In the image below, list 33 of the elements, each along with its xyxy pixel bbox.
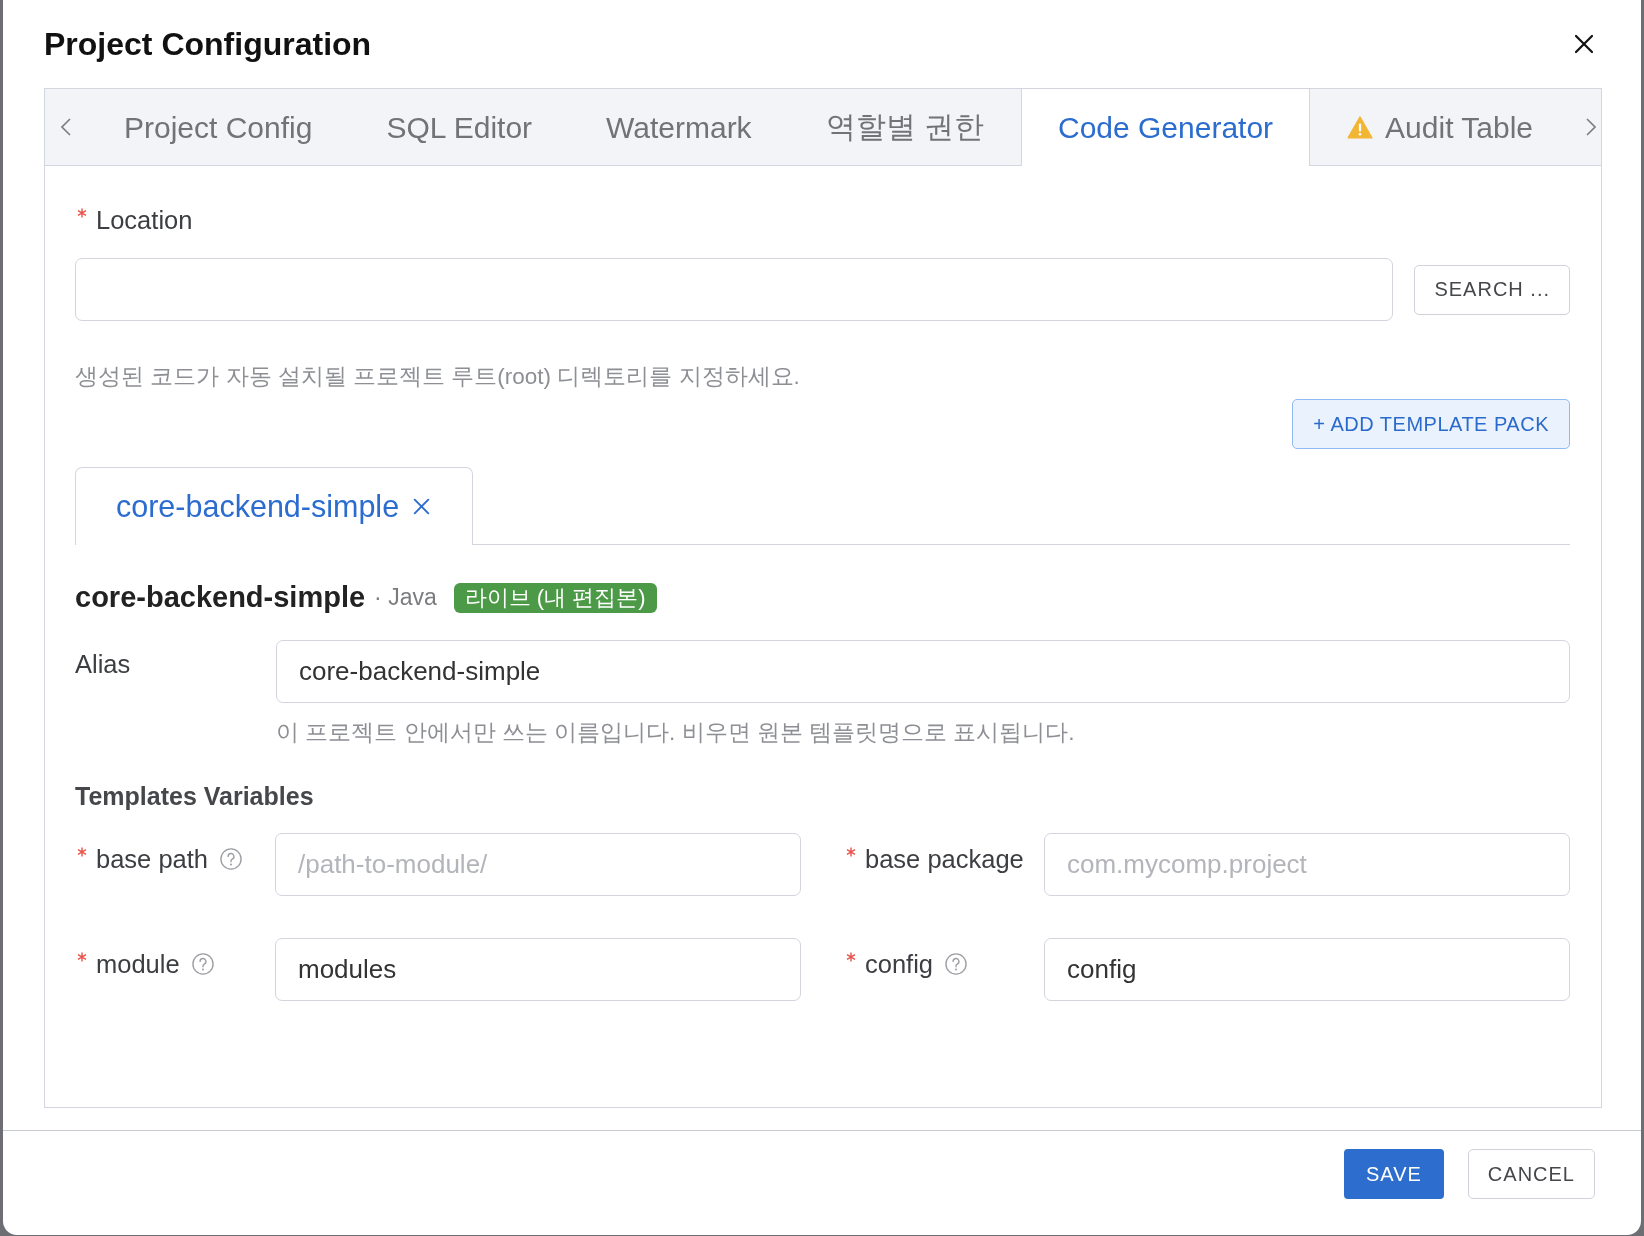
dialog-title: Project Configuration (44, 25, 372, 63)
variable-input[interactable]: modules (275, 938, 801, 1001)
hint-text: 이 프로젝트 안에서만 쓰는 이름입니다. 비우면 원본 템플릿명으로 표시됩니다. (276, 719, 1076, 747)
hint-text: 생성된 코드가 자동 설치될 프로젝트 루트(root) 디렉토리를 지정하세요. (75, 363, 801, 391)
field-label: Location (96, 205, 193, 236)
field-label: config (865, 949, 934, 980)
chevron-right-icon[interactable] (1586, 118, 1596, 136)
template-tab[interactable]: core-backend-simple (75, 467, 474, 545)
tab[interactable]: Watermark (569, 89, 789, 166)
status-badge: 라이브 (내 편집본) (453, 582, 657, 613)
section-title: Templates Variables (75, 781, 315, 811)
template-name: core-backend-simple (75, 581, 366, 614)
field-label: base path (96, 844, 208, 875)
tab[interactable]: Audit Table (1310, 89, 1570, 166)
variable-input[interactable]: config (1044, 938, 1570, 1001)
field-label: module (96, 949, 180, 980)
add-template-button[interactable]: + ADD TEMPLATE PACK (1292, 399, 1570, 449)
tab[interactable]: 역할별 권한 (788, 89, 1021, 166)
tab[interactable]: SQL Editor (349, 89, 570, 166)
field-label: Alias (75, 650, 131, 678)
alias-input[interactable]: core-backend-simple (276, 640, 1570, 703)
variable-input[interactable]: /path-to-module/ (275, 833, 801, 896)
cancel-button[interactable]: CANCEL (1467, 1149, 1595, 1199)
field-label: base package (865, 844, 1024, 875)
chevron-left-icon[interactable] (61, 118, 71, 136)
tab[interactable]: Project Config (87, 89, 350, 166)
location-input[interactable] (75, 258, 1394, 321)
close-icon[interactable] (1574, 34, 1594, 54)
tab[interactable]: Code Generator (1020, 89, 1311, 166)
save-button[interactable]: SAVE (1344, 1149, 1444, 1199)
variable-input[interactable]: com.mycomp.project (1044, 833, 1570, 896)
search-button[interactable]: SEARCH ... (1414, 264, 1570, 315)
template-language: · Java (374, 584, 437, 611)
